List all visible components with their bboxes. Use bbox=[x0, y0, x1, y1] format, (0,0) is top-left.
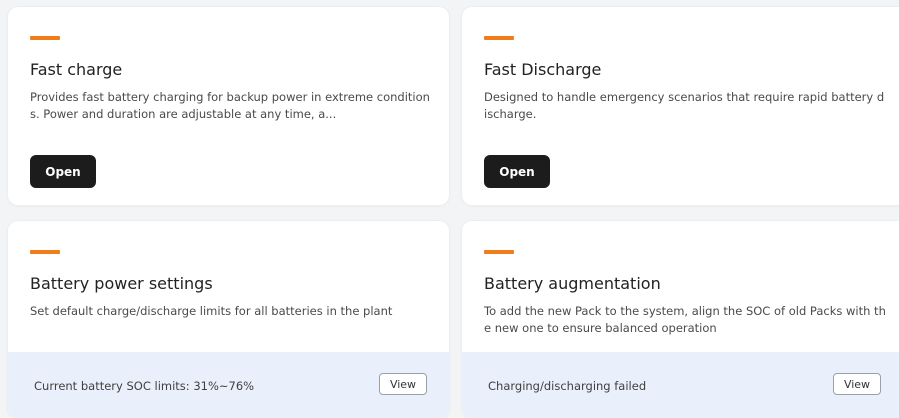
battery-augmentation-view-button[interactable]: View bbox=[833, 373, 881, 395]
status-text: Charging/discharging failed bbox=[488, 379, 647, 393]
card-title: Battery augmentation bbox=[484, 274, 661, 293]
accent-bar bbox=[30, 250, 60, 254]
fast-charge-open-button[interactable]: Open bbox=[30, 155, 96, 188]
battery-augmentation-card: Battery augmentation To add the new Pack… bbox=[462, 221, 899, 418]
card-description: To add the new Pack to the system, align… bbox=[484, 304, 886, 335]
card-title: Fast Discharge bbox=[484, 60, 602, 79]
card-title: Fast charge bbox=[30, 60, 123, 79]
card-title: Battery power settings bbox=[30, 274, 213, 293]
accent-bar bbox=[484, 250, 514, 254]
card-footer: Charging/discharging failed View bbox=[462, 352, 899, 418]
fast-discharge-card: Fast Discharge Designed to handle emerge… bbox=[462, 7, 899, 205]
fast-charge-card: Fast charge Provides fast battery chargi… bbox=[8, 7, 449, 205]
card-footer: Current battery SOC limits: 31%~76% View bbox=[8, 352, 449, 418]
accent-bar bbox=[30, 36, 60, 40]
fast-discharge-open-button[interactable]: Open bbox=[484, 155, 550, 188]
card-description: Set default charge/discharge limits for … bbox=[30, 304, 393, 318]
card-description: Provides fast battery charging for backu… bbox=[30, 90, 430, 121]
battery-power-settings-card: Battery power settings Set default charg… bbox=[8, 221, 449, 418]
card-description: Designed to handle emergency scenarios t… bbox=[484, 90, 885, 121]
soc-limits-text: Current battery SOC limits: 31%~76% bbox=[34, 379, 255, 393]
battery-power-settings-view-button[interactable]: View bbox=[379, 373, 427, 395]
accent-bar bbox=[484, 36, 514, 40]
